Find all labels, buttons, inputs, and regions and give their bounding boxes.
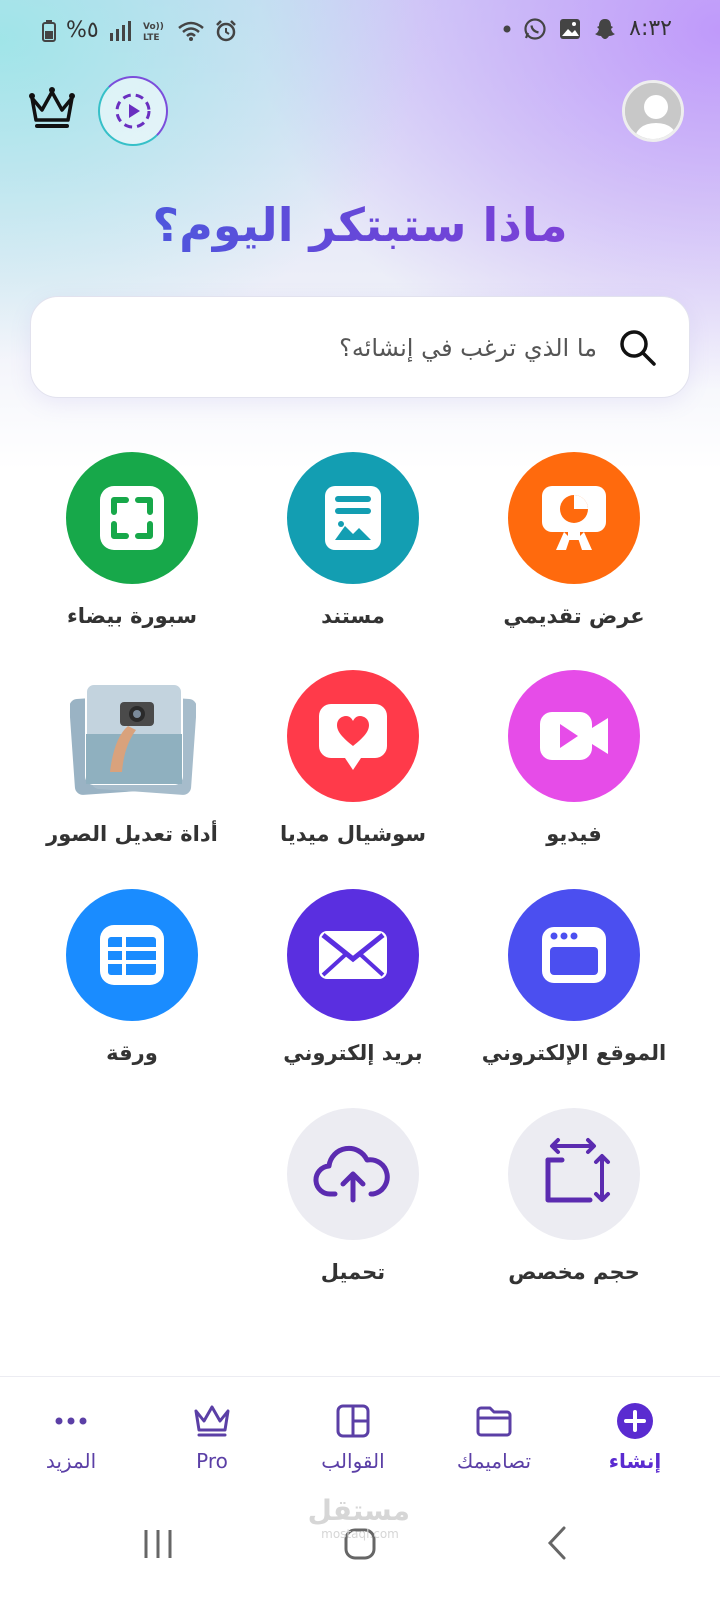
nav-more[interactable]: المزيد <box>6 1399 136 1479</box>
whiteboard-icon <box>100 486 164 550</box>
alarm-icon <box>215 19 236 41</box>
category-label: الموقع الإلكتروني <box>481 1041 667 1065</box>
document-button[interactable] <box>287 452 419 584</box>
email-icon <box>319 931 387 979</box>
sheet-button[interactable] <box>66 889 198 1021</box>
category-label: حجم مخصص <box>508 1260 640 1284</box>
video-button[interactable] <box>508 670 640 802</box>
nav-label: Pro <box>196 1449 228 1473</box>
status-left: %٥ Vo)) LTE <box>42 18 237 43</box>
status-bar: %٥ Vo)) LTE ٨:٣٢ <box>0 12 720 52</box>
status-right: ٨:٣٢ <box>503 16 672 41</box>
bottom-nav: إنشاء تصاميمك القوالب Pro المزيد <box>0 1376 720 1496</box>
watermark: مستقل mostaql.com <box>307 1494 410 1541</box>
gallery-icon <box>560 18 581 39</box>
dot-icon <box>503 25 511 32</box>
presentation-button[interactable] <box>508 452 640 584</box>
video-tutorial-button[interactable] <box>98 76 168 146</box>
custom-size-button[interactable] <box>508 1108 640 1240</box>
nav-label: تصاميمك <box>456 1449 532 1473</box>
social-media-button[interactable] <box>287 670 419 802</box>
signal-icon <box>109 20 131 41</box>
category-label: بريد إلكتروني <box>283 1041 423 1065</box>
watermark-url: mostaql.com <box>321 1527 399 1541</box>
category-email[interactable]: بريد إلكتروني <box>243 889 463 1109</box>
crown-icon <box>194 1405 230 1437</box>
category-video[interactable]: فيديو <box>464 670 684 890</box>
templates-icon <box>336 1404 370 1438</box>
volte-icon: Vo)) LTE <box>143 22 164 42</box>
avatar[interactable] <box>622 80 684 142</box>
nav-templates[interactable]: القوالب <box>288 1399 418 1479</box>
nav-label: المزيد <box>45 1449 97 1473</box>
custom-size-icon <box>545 1138 610 1203</box>
social-media-icon <box>319 704 387 770</box>
upload-button[interactable] <box>287 1108 419 1240</box>
category-presentation[interactable]: عرض تقديمي <box>464 452 684 672</box>
category-label: سبورة بيضاء <box>67 604 197 628</box>
email-button[interactable] <box>287 889 419 1021</box>
whiteboard-button[interactable] <box>66 452 198 584</box>
page-title: ماذا ستبتكر اليوم؟ <box>0 198 720 252</box>
category-website[interactable]: الموقع الإلكتروني <box>464 889 684 1109</box>
nav-designs[interactable]: تصاميمك <box>429 1399 559 1479</box>
search-bar[interactable] <box>30 296 690 398</box>
recent-apps-icon[interactable] <box>128 1518 188 1568</box>
back-icon[interactable] <box>530 1518 590 1568</box>
watermark-text: مستقل <box>307 1494 410 1527</box>
nav-create[interactable]: إنشاء <box>570 1399 700 1479</box>
search-icon <box>620 330 656 366</box>
category-label: عرض تقديمي <box>503 604 645 628</box>
crown-icon[interactable] <box>26 86 78 132</box>
play-circle-icon <box>115 93 151 129</box>
nav-pro[interactable]: Pro <box>147 1399 277 1479</box>
presentation-icon <box>542 486 606 550</box>
nav-label: إنشاء <box>608 1449 662 1473</box>
battery-percent: %٥ <box>66 18 99 43</box>
category-label: أداة تعديل الصور <box>46 822 218 846</box>
snapchat-icon <box>595 18 616 39</box>
nav-label: القوالب <box>321 1449 385 1473</box>
website-button[interactable] <box>508 889 640 1021</box>
category-label: مستند <box>321 604 385 628</box>
status-time: ٨:٣٢ <box>629 16 672 41</box>
category-label: سوشيال ميديا <box>280 822 426 846</box>
plus-circle-icon <box>617 1403 653 1439</box>
category-sheet[interactable]: ورقة <box>22 889 242 1109</box>
category-label: تحميل <box>320 1260 386 1284</box>
category-label: ورقة <box>106 1041 158 1065</box>
category-custom-size[interactable]: حجم مخصص <box>464 1108 684 1328</box>
category-whiteboard[interactable]: سبورة بيضاء <box>22 452 242 672</box>
upload-icon <box>313 1145 390 1203</box>
more-icon <box>55 1417 87 1425</box>
folder-icon <box>476 1406 512 1437</box>
svg-text:LTE: LTE <box>143 33 160 42</box>
wifi-icon <box>177 21 204 41</box>
photo-editor-image <box>70 683 196 795</box>
video-icon <box>540 712 608 760</box>
category-upload[interactable]: تحميل <box>243 1108 463 1328</box>
category-photo-editor[interactable]: أداة تعديل الصور <box>22 670 242 890</box>
svg-text:Vo)): Vo)) <box>143 22 164 32</box>
sheet-icon <box>100 925 164 985</box>
search-input[interactable] <box>127 325 597 371</box>
category-social-media[interactable]: سوشيال ميديا <box>243 670 463 890</box>
category-document[interactable]: مستند <box>243 452 463 672</box>
website-icon <box>542 927 606 983</box>
battery-icon <box>42 19 56 42</box>
document-icon <box>325 486 381 550</box>
category-label: فيديو <box>546 822 602 846</box>
whatsapp-icon <box>524 17 546 40</box>
